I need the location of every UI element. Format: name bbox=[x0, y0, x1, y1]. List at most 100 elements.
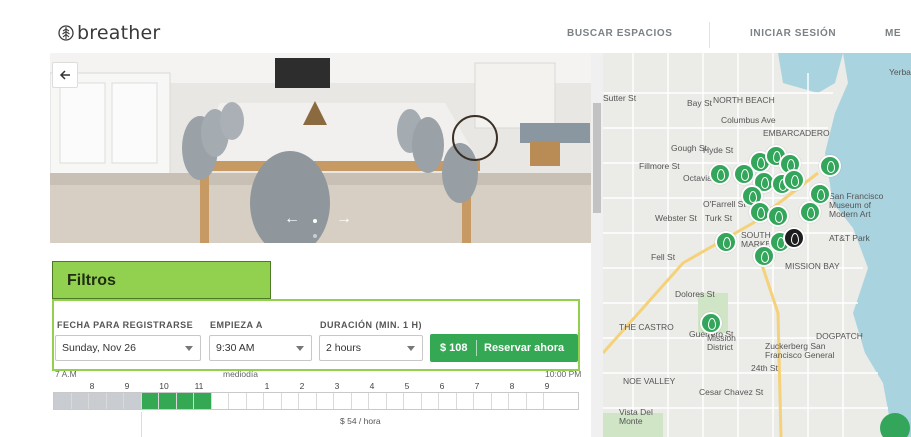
reserve-button[interactable]: $ 108 Reservar ahora bbox=[430, 334, 578, 362]
reserve-divider bbox=[476, 340, 477, 356]
timeline-slot[interactable] bbox=[404, 393, 422, 409]
map-pin-space[interactable] bbox=[767, 205, 789, 227]
timeline-slot[interactable] bbox=[474, 393, 492, 409]
timeline-slot-unavailable bbox=[106, 393, 124, 409]
map-pin-space[interactable] bbox=[783, 169, 805, 191]
nav-buscar-espacios[interactable]: BUSCAR ESPACIOS bbox=[567, 28, 673, 39]
timeline-hour: 7 bbox=[474, 381, 480, 391]
timeline-mid-label: mediodía bbox=[223, 369, 258, 379]
timeline-slot[interactable] bbox=[352, 393, 369, 409]
timeline-slot[interactable] bbox=[299, 393, 317, 409]
map-label: AT&T Park bbox=[829, 233, 870, 243]
timeline-hour: 3 bbox=[334, 381, 340, 391]
map-label: Zuckerberg San Francisco General bbox=[765, 341, 835, 360]
nav-iniciar-sesion[interactable]: INICIAR SESIÓN bbox=[750, 28, 836, 39]
map-pin-space[interactable] bbox=[700, 312, 722, 334]
chevron-down-icon bbox=[407, 346, 415, 351]
map-label: Cesar Chavez St bbox=[699, 387, 764, 397]
timeline-slot[interactable] bbox=[212, 393, 229, 409]
timeline-slot-unavailable bbox=[71, 393, 89, 409]
map-label: Fell St bbox=[651, 252, 676, 262]
map-pin-space[interactable] bbox=[715, 231, 737, 253]
timeline-slot[interactable] bbox=[387, 393, 404, 409]
map-label: Yerba Buena bbox=[889, 67, 911, 77]
start-time-select[interactable]: 9:30 AM bbox=[209, 335, 312, 361]
hourly-rate: $ 54 / hora bbox=[340, 416, 381, 426]
chevron-down-icon bbox=[185, 346, 193, 351]
back-button[interactable] bbox=[52, 62, 78, 88]
timeline-start-label: 7 A.M bbox=[55, 369, 77, 379]
carousel-next-arrow-icon[interactable]: → bbox=[336, 210, 352, 228]
page: breather BUSCAR ESPACIOS INICIAR SESIÓN … bbox=[0, 0, 911, 437]
timeline-hour: 4 bbox=[369, 381, 375, 391]
timeline-slot-selected[interactable] bbox=[141, 393, 159, 409]
timeline-slot[interactable] bbox=[229, 393, 247, 409]
timeline-slot[interactable] bbox=[264, 393, 282, 409]
map-pin-space[interactable] bbox=[709, 163, 731, 185]
filtros-annotation-text: Filtros bbox=[67, 272, 116, 289]
nav-menu-truncated[interactable]: ME bbox=[885, 28, 901, 39]
timeline-hour: 5 bbox=[404, 381, 410, 391]
duration-select[interactable]: 2 hours bbox=[319, 335, 423, 361]
start-time-value: 9:30 AM bbox=[216, 342, 255, 354]
map-pin-selected[interactable] bbox=[783, 227, 805, 249]
tree-logo-icon bbox=[58, 25, 74, 41]
map-label: Bay St bbox=[687, 98, 713, 108]
timeline-slot-unavailable bbox=[124, 393, 142, 409]
timeline-slot-unavailable bbox=[89, 393, 107, 409]
availability-timeline[interactable] bbox=[53, 392, 579, 410]
timeline-slot[interactable] bbox=[334, 393, 352, 409]
map-label: Dolores St bbox=[675, 289, 715, 299]
breather-logo[interactable]: breather bbox=[58, 22, 160, 44]
map-label: THE CASTRO bbox=[619, 322, 674, 332]
timeline-hour: 1 bbox=[264, 381, 270, 391]
timeline-slot[interactable] bbox=[527, 393, 544, 409]
timeline-slot[interactable] bbox=[492, 393, 509, 409]
map-label: Hyde St bbox=[703, 145, 734, 155]
timeline-slot[interactable] bbox=[457, 393, 474, 409]
site-header: breather BUSCAR ESPACIOS INICIAR SESIÓN … bbox=[0, 0, 911, 53]
scrollbar-thumb[interactable] bbox=[593, 103, 601, 213]
map-label: Gough St bbox=[671, 143, 707, 153]
timeline-slot[interactable] bbox=[439, 393, 457, 409]
arrow-left-icon bbox=[59, 70, 70, 80]
map-label: NORTH BEACH bbox=[713, 95, 775, 105]
map-label: 24th St bbox=[751, 363, 778, 373]
carousel-dot[interactable] bbox=[313, 234, 317, 238]
date-label: FECHA PARA REGISTRARSE bbox=[57, 320, 194, 330]
timeline-hour: 9 bbox=[124, 381, 130, 391]
timeline-hour: 10 bbox=[159, 381, 169, 391]
date-select[interactable]: Sunday, Nov 26 bbox=[55, 335, 201, 361]
timeline-slot-selected[interactable] bbox=[194, 393, 212, 409]
timeline-slot[interactable] bbox=[422, 393, 439, 409]
map[interactable]: NORTH BEACH EMBARCADERO SOUTH OF MARKET … bbox=[603, 53, 911, 437]
map-corner-button[interactable] bbox=[880, 413, 910, 437]
timeline-slot-selected[interactable] bbox=[159, 393, 177, 409]
timeline-slot[interactable] bbox=[247, 393, 264, 409]
map-label: MISSION BAY bbox=[785, 261, 840, 271]
timeline-slot[interactable] bbox=[509, 393, 527, 409]
map-label: Turk St bbox=[705, 213, 733, 223]
timeline-slot-selected[interactable] bbox=[176, 393, 194, 409]
timeline-slot[interactable] bbox=[282, 393, 299, 409]
carousel-prev-arrow-icon[interactable]: ← bbox=[284, 210, 300, 228]
map-pin-space[interactable] bbox=[819, 155, 841, 177]
map-label: San Francisco Museum of Modern Art bbox=[829, 191, 884, 219]
timeline-slot-unavailable bbox=[54, 393, 72, 409]
reserve-price: $ 108 bbox=[440, 342, 468, 354]
rate-divider bbox=[141, 412, 142, 437]
timeline-slot[interactable] bbox=[544, 393, 561, 409]
timeline-slot[interactable] bbox=[369, 393, 387, 409]
duration-label: DURACIÓN (MIN. 1 H) bbox=[320, 320, 422, 330]
start-time-label: EMPIEZA A bbox=[210, 320, 263, 330]
timeline-hour: 6 bbox=[439, 381, 445, 391]
chevron-down-icon bbox=[296, 346, 304, 351]
timeline-hour: 11 bbox=[194, 381, 204, 391]
map-label: Columbus Ave bbox=[721, 115, 776, 125]
map-pin-space[interactable] bbox=[809, 183, 831, 205]
timeline-hour: 8 bbox=[89, 381, 95, 391]
duration-value: 2 hours bbox=[326, 342, 362, 354]
carousel-dot[interactable] bbox=[313, 219, 317, 223]
map-label: DOGPATCH bbox=[816, 331, 863, 341]
timeline-slot[interactable] bbox=[317, 393, 334, 409]
